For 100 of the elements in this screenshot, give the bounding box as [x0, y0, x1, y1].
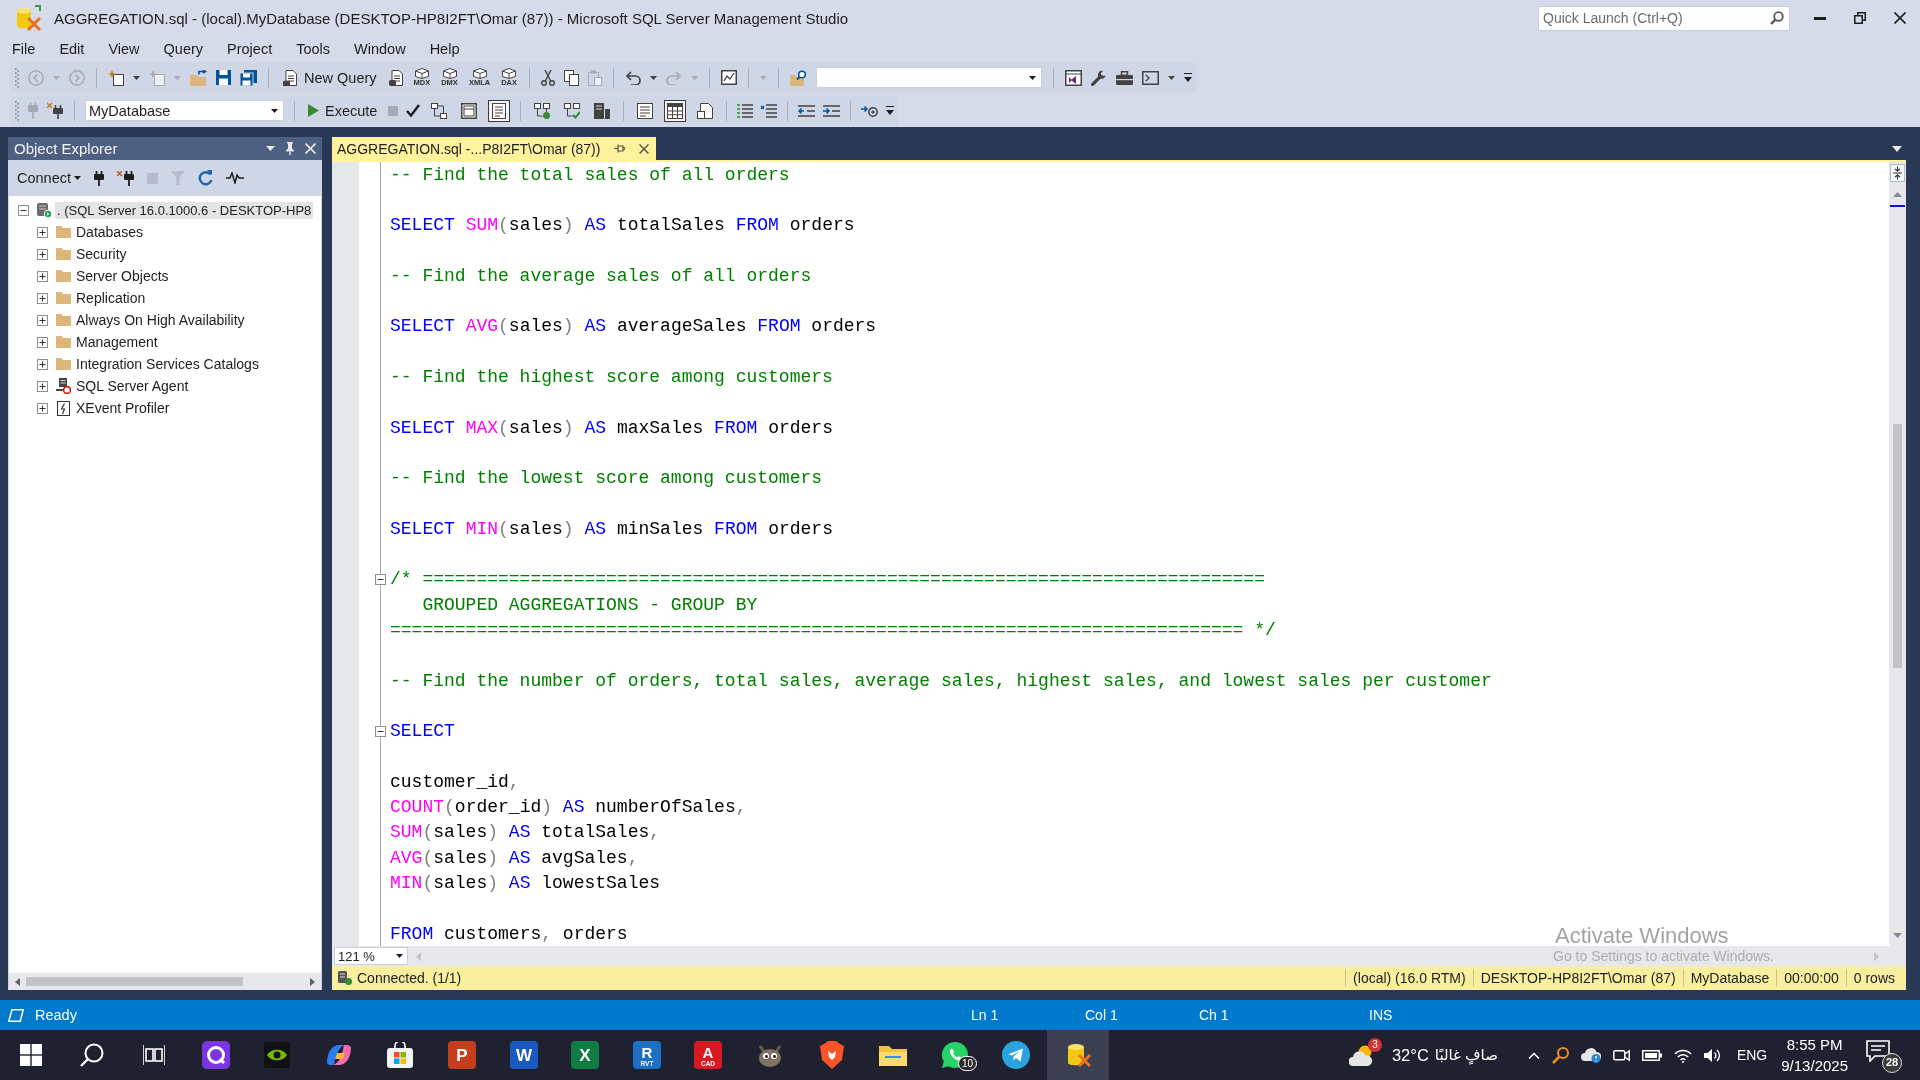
expand-icon[interactable]: [37, 314, 48, 326]
plug-cross-icon[interactable]: [117, 170, 134, 186]
taskbar-button[interactable]: 10: [923, 1030, 986, 1080]
taskbar-button[interactable]: [1047, 1030, 1109, 1080]
results-grid-icon[interactable]: [664, 99, 687, 122]
expand-icon[interactable]: [37, 380, 48, 392]
caret-icon[interactable]: [266, 146, 275, 151]
caret-icon[interactable]: [649, 75, 657, 80]
database-query-icon[interactable]: [388, 69, 404, 86]
find-combo-field[interactable]: [815, 67, 1042, 88]
tree-item[interactable]: SQL Server Agent: [74, 377, 191, 395]
magnifier-icon[interactable]: [1551, 1046, 1569, 1064]
checkmark-icon[interactable]: [406, 104, 421, 117]
wifi-icon[interactable]: [1673, 1047, 1692, 1063]
tree-item[interactable]: XEvent Profiler: [74, 399, 172, 417]
expand-icon[interactable]: [37, 358, 48, 370]
expand-icon[interactable]: [37, 270, 48, 282]
chevron-up-icon[interactable]: [1527, 1051, 1540, 1059]
restore-icon[interactable]: [1854, 12, 1866, 24]
execute-button[interactable]: Execute: [305, 100, 381, 121]
zoom-dropdown[interactable]: 121 %: [334, 947, 408, 965]
save-all-icon[interactable]: [240, 69, 257, 86]
new-query-button[interactable]: New Query: [280, 67, 380, 88]
overflow-icon[interactable]: [886, 106, 895, 115]
expand-icon[interactable]: [37, 292, 48, 304]
uncomment-lines-icon[interactable]: [761, 103, 778, 118]
taskbar-button[interactable]: P: [431, 1030, 493, 1080]
expand-icon[interactable]: [37, 248, 48, 260]
expand-icon[interactable]: [37, 226, 48, 238]
tree-item[interactable]: . (SQL Server 16.0.1000.6 - DESKTOP-HP8: [55, 201, 314, 219]
expand-icon[interactable]: [37, 402, 48, 414]
taskbar-button[interactable]: X: [554, 1030, 616, 1080]
clock-time[interactable]: 8:55 PM: [1786, 1034, 1843, 1055]
window-logo-icon[interactable]: [1064, 69, 1082, 86]
overflow-icon[interactable]: [1183, 73, 1192, 82]
input-language[interactable]: ENG: [1736, 1047, 1768, 1063]
expand-icon[interactable]: [37, 336, 48, 348]
cut-icon[interactable]: [540, 69, 555, 86]
split-icon[interactable]: [1890, 164, 1905, 182]
menu-item[interactable]: View: [96, 39, 152, 59]
menu-item[interactable]: Window: [342, 39, 418, 59]
open-folder-icon[interactable]: [190, 69, 207, 86]
menu-item[interactable]: Tools: [284, 39, 343, 59]
wrench-icon[interactable]: [1090, 69, 1107, 86]
search-icon[interactable]: [1770, 10, 1784, 25]
find-in-files-icon[interactable]: [789, 69, 807, 86]
tree-item[interactable]: Databases: [74, 223, 145, 241]
tree-item[interactable]: Replication: [74, 289, 148, 307]
menu-item[interactable]: Project: [215, 39, 285, 59]
copy-icon[interactable]: [563, 69, 579, 86]
terminal-icon[interactable]: [1141, 70, 1159, 85]
tree-item[interactable]: Security: [74, 245, 129, 263]
pin-icon[interactable]: [285, 142, 295, 155]
collapse-icon[interactable]: [18, 204, 29, 216]
grip-handle-icon[interactable]: [15, 67, 19, 88]
tree-item[interactable]: Integration Services Catalogs: [74, 355, 261, 373]
tree-item[interactable]: Always On High Availability: [74, 311, 247, 329]
new-item-icon[interactable]: [108, 69, 124, 86]
scroll-left-icon[interactable]: [15, 977, 20, 986]
indent-icon[interactable]: [823, 104, 841, 117]
refresh-icon[interactable]: [198, 170, 213, 186]
cloud-icon[interactable]: [1580, 1047, 1601, 1063]
collapse-icon[interactable]: [375, 573, 386, 585]
waveform-icon[interactable]: [226, 172, 244, 184]
plug-swap-icon[interactable]: [47, 102, 64, 119]
toolbox-icon[interactable]: [1115, 70, 1133, 85]
grip-handle-icon[interactable]: [15, 100, 19, 121]
plug-icon[interactable]: [94, 170, 104, 186]
arrow-ring-icon[interactable]: [861, 103, 879, 118]
comment-lines-icon[interactable]: [737, 103, 754, 118]
menu-item[interactable]: Help: [417, 39, 472, 59]
undo-icon[interactable]: [624, 70, 641, 85]
notifications-button[interactable]: 28: [1864, 1037, 1902, 1073]
scrollbar-thumb[interactable]: [26, 977, 243, 986]
speaker-icon[interactable]: [1703, 1047, 1721, 1063]
menu-item[interactable]: Query: [151, 39, 216, 59]
database-dropdown[interactable]: MyDatabase: [85, 100, 284, 121]
taskbar-button[interactable]: W: [492, 1030, 555, 1080]
menu-item[interactable]: Edit: [47, 39, 97, 59]
window-chart-icon[interactable]: [720, 70, 737, 85]
video-camera-icon[interactable]: [1612, 1047, 1630, 1063]
outdent-icon[interactable]: [798, 104, 816, 117]
quick-launch-field[interactable]: Quick Launch (Ctrl+Q): [1538, 5, 1790, 31]
tree-item[interactable]: Management: [74, 333, 160, 351]
tree-item[interactable]: Server Objects: [74, 267, 171, 285]
scroll-down-icon[interactable]: [1893, 933, 1902, 938]
scrollbar-thumb[interactable]: [1893, 424, 1902, 668]
editor-tab[interactable]: AGGREGATION.sql -...P8I2FT\Omar (87)): [332, 137, 657, 160]
clock-date[interactable]: 9/13/2025: [1781, 1055, 1848, 1076]
connect-button[interactable]: Connect: [17, 170, 81, 186]
caret-icon[interactable]: [133, 75, 140, 80]
minimize-icon[interactable]: [1814, 16, 1826, 20]
close-icon[interactable]: [1894, 12, 1906, 24]
menu-item[interactable]: File: [0, 39, 48, 59]
scroll-right-icon[interactable]: [310, 977, 315, 986]
page-list-icon[interactable]: [488, 99, 511, 122]
scroll-up-icon[interactable]: [1893, 192, 1902, 197]
save-icon[interactable]: [216, 70, 231, 85]
caret-icon[interactable]: [1167, 75, 1175, 80]
caret-icon[interactable]: [1892, 145, 1902, 152]
